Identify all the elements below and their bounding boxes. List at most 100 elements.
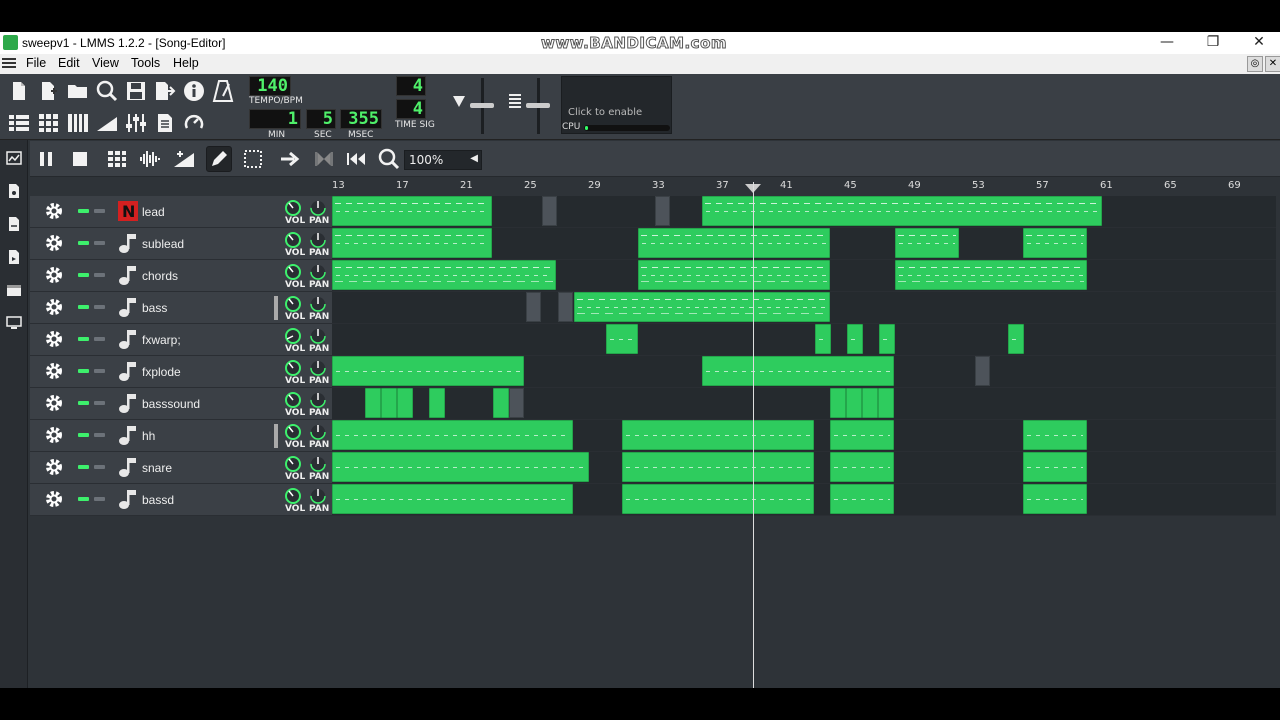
pan-knob[interactable] xyxy=(309,295,327,313)
pattern-clip[interactable] xyxy=(1023,228,1087,258)
volume-knob[interactable] xyxy=(284,199,302,217)
mute-button[interactable] xyxy=(78,209,89,213)
pattern-clip[interactable] xyxy=(332,356,524,386)
solo-button[interactable] xyxy=(94,497,105,501)
track-pattern-area[interactable] xyxy=(332,420,1276,452)
fx-mixer-button[interactable] xyxy=(123,110,149,136)
gear-icon[interactable] xyxy=(44,425,64,445)
new-project-button[interactable] xyxy=(6,78,32,104)
pan-knob[interactable] xyxy=(309,391,327,409)
pattern-clip[interactable] xyxy=(622,420,814,450)
pan-knob[interactable] xyxy=(309,423,327,441)
pattern-clip[interactable] xyxy=(830,452,894,482)
track-name[interactable]: bassd xyxy=(142,493,174,507)
mute-button[interactable] xyxy=(78,241,89,245)
solo-button[interactable] xyxy=(94,465,105,469)
stop-behaviour-button[interactable] xyxy=(344,146,370,172)
track-pattern-area[interactable] xyxy=(332,260,1276,292)
pause-button[interactable] xyxy=(33,146,59,172)
pan-knob[interactable] xyxy=(309,199,327,217)
solo-button[interactable] xyxy=(94,241,105,245)
solo-button[interactable] xyxy=(94,273,105,277)
pattern-clip[interactable] xyxy=(879,324,895,354)
empty-pattern-clip[interactable] xyxy=(975,356,990,386)
pattern-clip[interactable] xyxy=(574,292,830,322)
track-name[interactable]: fxwarp; xyxy=(142,333,181,347)
note-icon[interactable] xyxy=(118,488,138,510)
metronome-button[interactable] xyxy=(210,78,236,104)
pattern-clip[interactable] xyxy=(847,324,863,354)
menu-tools[interactable]: Tools xyxy=(131,56,160,70)
note-icon[interactable] xyxy=(118,456,138,478)
empty-pattern-clip[interactable] xyxy=(509,388,524,418)
auto-scroll-button[interactable] xyxy=(277,146,303,172)
volume-knob[interactable] xyxy=(284,231,302,249)
pattern-clip[interactable] xyxy=(830,484,894,514)
track-name[interactable]: hh xyxy=(142,429,155,443)
my-projects-icon[interactable] xyxy=(6,183,22,199)
pattern-clip[interactable] xyxy=(878,388,894,418)
loop-points-button[interactable] xyxy=(311,146,337,172)
track-pattern-area[interactable] xyxy=(332,484,1276,516)
mute-button[interactable] xyxy=(78,465,89,469)
add-automation-track-button[interactable] xyxy=(171,146,197,172)
pattern-clip[interactable] xyxy=(381,388,397,418)
gear-icon[interactable] xyxy=(44,361,64,381)
pattern-clip[interactable] xyxy=(830,388,846,418)
whats-this-button[interactable] xyxy=(181,78,207,104)
pattern-clip[interactable] xyxy=(622,484,814,514)
automation-editor-button[interactable] xyxy=(94,110,120,136)
add-beat-bassline-button[interactable] xyxy=(104,146,130,172)
note-icon[interactable] xyxy=(118,392,138,414)
my-presets-icon[interactable] xyxy=(6,249,22,265)
empty-pattern-clip[interactable] xyxy=(558,292,573,322)
song-editor-button[interactable] xyxy=(6,110,32,136)
note-icon[interactable] xyxy=(118,232,138,254)
pattern-clip[interactable] xyxy=(493,388,509,418)
volume-knob[interactable] xyxy=(284,391,302,409)
pattern-clip[interactable] xyxy=(365,388,381,418)
mute-button[interactable] xyxy=(78,273,89,277)
note-icon[interactable] xyxy=(118,360,138,382)
pattern-clip[interactable] xyxy=(1023,420,1087,450)
pattern-clip[interactable] xyxy=(332,452,589,482)
subwindow-restore-icon[interactable]: ◎ xyxy=(1247,56,1263,72)
visualization-widget[interactable]: Click to enable CPU xyxy=(561,76,672,134)
note-icon[interactable] xyxy=(118,296,138,318)
minimize-button[interactable]: — xyxy=(1144,32,1190,54)
track-name[interactable]: sublead xyxy=(142,237,184,251)
pattern-clip[interactable] xyxy=(397,388,413,418)
nescaline-icon[interactable]: N xyxy=(118,200,138,222)
time-sig-denominator[interactable]: 4 xyxy=(396,99,426,119)
pan-knob[interactable] xyxy=(309,487,327,505)
note-icon[interactable] xyxy=(118,424,138,446)
pattern-clip[interactable] xyxy=(895,228,959,258)
pattern-clip[interactable] xyxy=(332,260,556,290)
window-menu-icon[interactable] xyxy=(2,57,16,70)
restore-button[interactable]: ❐ xyxy=(1190,32,1236,54)
time-sig-numerator[interactable]: 4 xyxy=(396,76,426,96)
gear-icon[interactable] xyxy=(44,393,64,413)
beat-bassline-editor-button[interactable] xyxy=(36,110,62,136)
pattern-clip[interactable] xyxy=(862,388,878,418)
instrument-plugins-icon[interactable] xyxy=(6,150,22,166)
pattern-clip[interactable] xyxy=(895,260,1087,290)
solo-button[interactable] xyxy=(94,401,105,405)
track-pattern-area[interactable] xyxy=(332,228,1276,260)
recent-projects-button[interactable] xyxy=(94,78,120,104)
solo-button[interactable] xyxy=(94,369,105,373)
note-icon[interactable] xyxy=(118,264,138,286)
pattern-clip[interactable] xyxy=(638,260,830,290)
empty-pattern-clip[interactable] xyxy=(655,196,670,226)
track-pattern-area[interactable] xyxy=(332,356,1276,388)
timeline[interactable]: 13 17 21 25 29 33 37 41 45 49 53 57 61 6… xyxy=(30,177,1280,195)
pattern-clip[interactable] xyxy=(1023,484,1087,514)
my-home-icon[interactable] xyxy=(6,282,22,298)
volume-knob[interactable] xyxy=(284,423,302,441)
pan-knob[interactable] xyxy=(309,231,327,249)
pattern-clip[interactable] xyxy=(846,388,862,418)
empty-pattern-clip[interactable] xyxy=(542,196,557,226)
track-name[interactable]: lead xyxy=(142,205,165,219)
mute-button[interactable] xyxy=(78,401,89,405)
pattern-clip[interactable] xyxy=(702,356,894,386)
